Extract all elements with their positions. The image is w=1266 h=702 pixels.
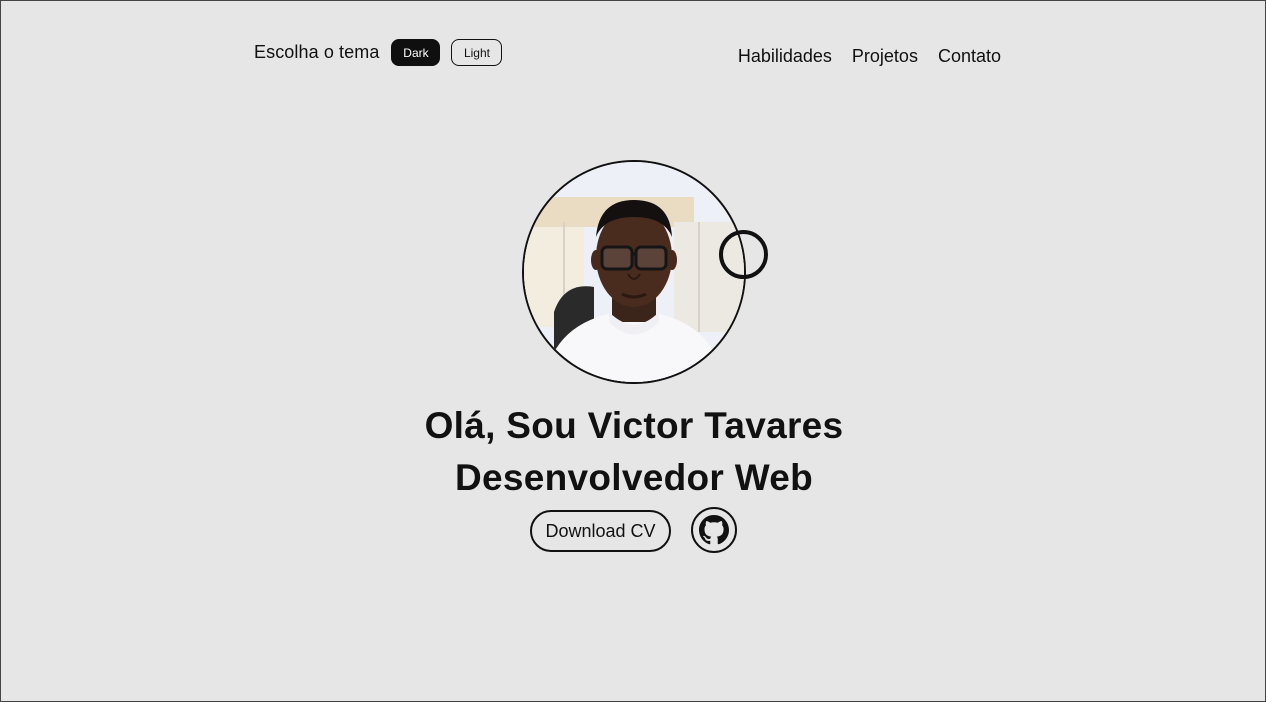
main-nav: Habilidades Projetos Contato — [738, 46, 1001, 67]
decorative-ring — [719, 230, 768, 279]
github-icon — [699, 515, 729, 545]
avatar-container — [522, 160, 746, 384]
hero-role: Desenvolvedor Web — [454, 457, 814, 498]
hero-greeting: Olá, Sou Victor Tavares — [424, 405, 844, 446]
nav-link-habilidades[interactable]: Habilidades — [738, 46, 832, 67]
nav-link-contato[interactable]: Contato — [938, 46, 1001, 67]
nav-link-projetos[interactable]: Projetos — [852, 46, 918, 67]
profile-photo — [524, 162, 744, 382]
download-cv-button[interactable]: Download CV — [530, 510, 671, 552]
theme-switcher: Escolha o tema Dark Light — [254, 38, 503, 67]
profile-avatar — [522, 160, 746, 384]
theme-label: Escolha o tema — [254, 42, 380, 62]
dark-theme-button[interactable]: Dark — [391, 39, 441, 66]
light-theme-button[interactable]: Light — [451, 39, 503, 66]
github-button[interactable] — [691, 507, 737, 553]
